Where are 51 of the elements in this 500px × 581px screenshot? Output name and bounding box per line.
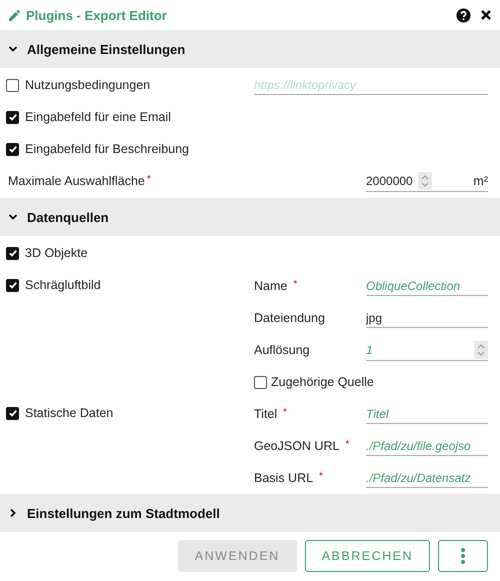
checkbox-label: Schrägluftbild bbox=[25, 278, 101, 292]
spinner-icon[interactable] bbox=[474, 340, 488, 358]
checkbox-label: 3D Objekte bbox=[25, 246, 88, 260]
unit-label: m² bbox=[472, 174, 488, 188]
checkbox-label: Zugehörige Quelle bbox=[271, 375, 374, 389]
checkbox[interactable] bbox=[6, 246, 19, 260]
section-title: Einstellungen zum Stadtmodell bbox=[27, 506, 220, 520]
chevron-icon bbox=[8, 212, 18, 222]
required-mark: * bbox=[283, 406, 288, 418]
required-mark: * bbox=[293, 278, 298, 290]
help-icon[interactable] bbox=[456, 8, 471, 22]
field-label: Dateiendung bbox=[254, 311, 325, 325]
input-field[interactable]: ./Pfad/zu/file.geojso bbox=[366, 436, 488, 456]
more-icon bbox=[460, 547, 466, 565]
checkbox-label: Eingabefeld für Beschreibung bbox=[25, 142, 190, 156]
section-header[interactable]: Datenquellen bbox=[0, 198, 500, 236]
number-input[interactable]: 2000000 bbox=[366, 172, 418, 190]
checkbox-label: Eingabefeld für eine Email bbox=[25, 110, 171, 124]
field-label: GeoJSON URL bbox=[254, 439, 340, 453]
section-title: Allgemeine Einstellungen bbox=[27, 42, 186, 56]
required-mark: * bbox=[146, 173, 151, 187]
required-mark: * bbox=[345, 438, 350, 450]
chevron-icon bbox=[8, 508, 18, 518]
more-button[interactable] bbox=[438, 540, 488, 572]
checkbox-label: Nutzungsbedingungen bbox=[25, 78, 150, 92]
field-label: Titel bbox=[254, 407, 278, 421]
window-title: Plugins - Export Editor bbox=[26, 8, 168, 22]
input-field[interactable]: jpg bbox=[366, 308, 488, 328]
input-field[interactable]: ObliqueCollection bbox=[366, 276, 488, 296]
checkbox[interactable] bbox=[6, 278, 19, 292]
section-title: Datenquellen bbox=[27, 210, 109, 224]
checkbox[interactable] bbox=[6, 110, 19, 124]
number-input[interactable]: 1 bbox=[366, 340, 474, 358]
field-label: Auflösung bbox=[254, 343, 310, 357]
checkbox[interactable] bbox=[254, 376, 267, 388]
checkbox[interactable] bbox=[6, 78, 19, 92]
spinner-icon[interactable] bbox=[418, 172, 432, 190]
chevron-icon bbox=[8, 44, 18, 54]
input-field[interactable]: ./Pfad/zu/Datensatz bbox=[366, 468, 488, 488]
section-header[interactable]: Einstellungen zum Stadtmodell bbox=[0, 494, 500, 532]
field-label: Name bbox=[254, 279, 288, 293]
input-field[interactable]: Titel bbox=[366, 404, 488, 424]
section-header[interactable]: Allgemeine Einstellungen bbox=[0, 30, 500, 68]
field-label: Basis URL bbox=[254, 471, 314, 485]
required-mark: * bbox=[319, 470, 323, 482]
field-label: Maximale Auswahlfläche bbox=[8, 173, 145, 190]
close-icon[interactable] bbox=[480, 9, 492, 21]
pencil-icon bbox=[8, 8, 21, 22]
checkbox[interactable] bbox=[6, 142, 19, 156]
checkbox-label: Statische Daten bbox=[25, 406, 114, 420]
checkbox[interactable] bbox=[6, 406, 19, 420]
